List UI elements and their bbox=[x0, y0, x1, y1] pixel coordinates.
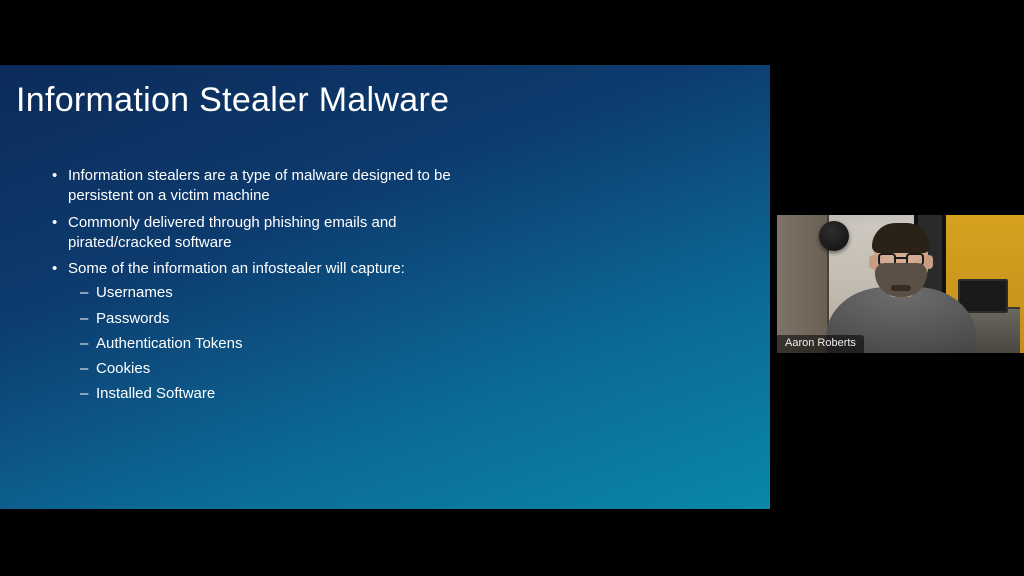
speaker-video-tile[interactable]: Aaron Roberts bbox=[777, 215, 1024, 353]
sub-bullet-item: Installed Software bbox=[82, 384, 454, 404]
slide-body: Information stealers are a type of malwa… bbox=[24, 166, 746, 405]
sub-bullet-item: Cookies bbox=[82, 359, 454, 379]
bullet-text: Information stealers are a type of malwa… bbox=[68, 167, 451, 204]
sub-bullet-item: Passwords bbox=[82, 309, 454, 329]
bullet-item: Information stealers are a type of malwa… bbox=[54, 166, 454, 207]
bullet-text: Some of the information an infostealer w… bbox=[68, 260, 405, 277]
video-conference-stage: Information Stealer Malware Information … bbox=[0, 0, 1024, 576]
speaker-name-tag: Aaron Roberts bbox=[777, 335, 864, 353]
bullet-item: Some of the information an infostealer w… bbox=[54, 259, 454, 405]
bullet-text: Commonly delivered through phishing emai… bbox=[68, 214, 397, 251]
shared-slide: Information Stealer Malware Information … bbox=[0, 65, 770, 509]
slide-title: Information Stealer Malware bbox=[16, 81, 746, 120]
bullet-item: Commonly delivered through phishing emai… bbox=[54, 213, 454, 254]
sub-bullet-item: Usernames bbox=[82, 283, 454, 303]
sub-bullet-item: Authentication Tokens bbox=[82, 334, 454, 354]
